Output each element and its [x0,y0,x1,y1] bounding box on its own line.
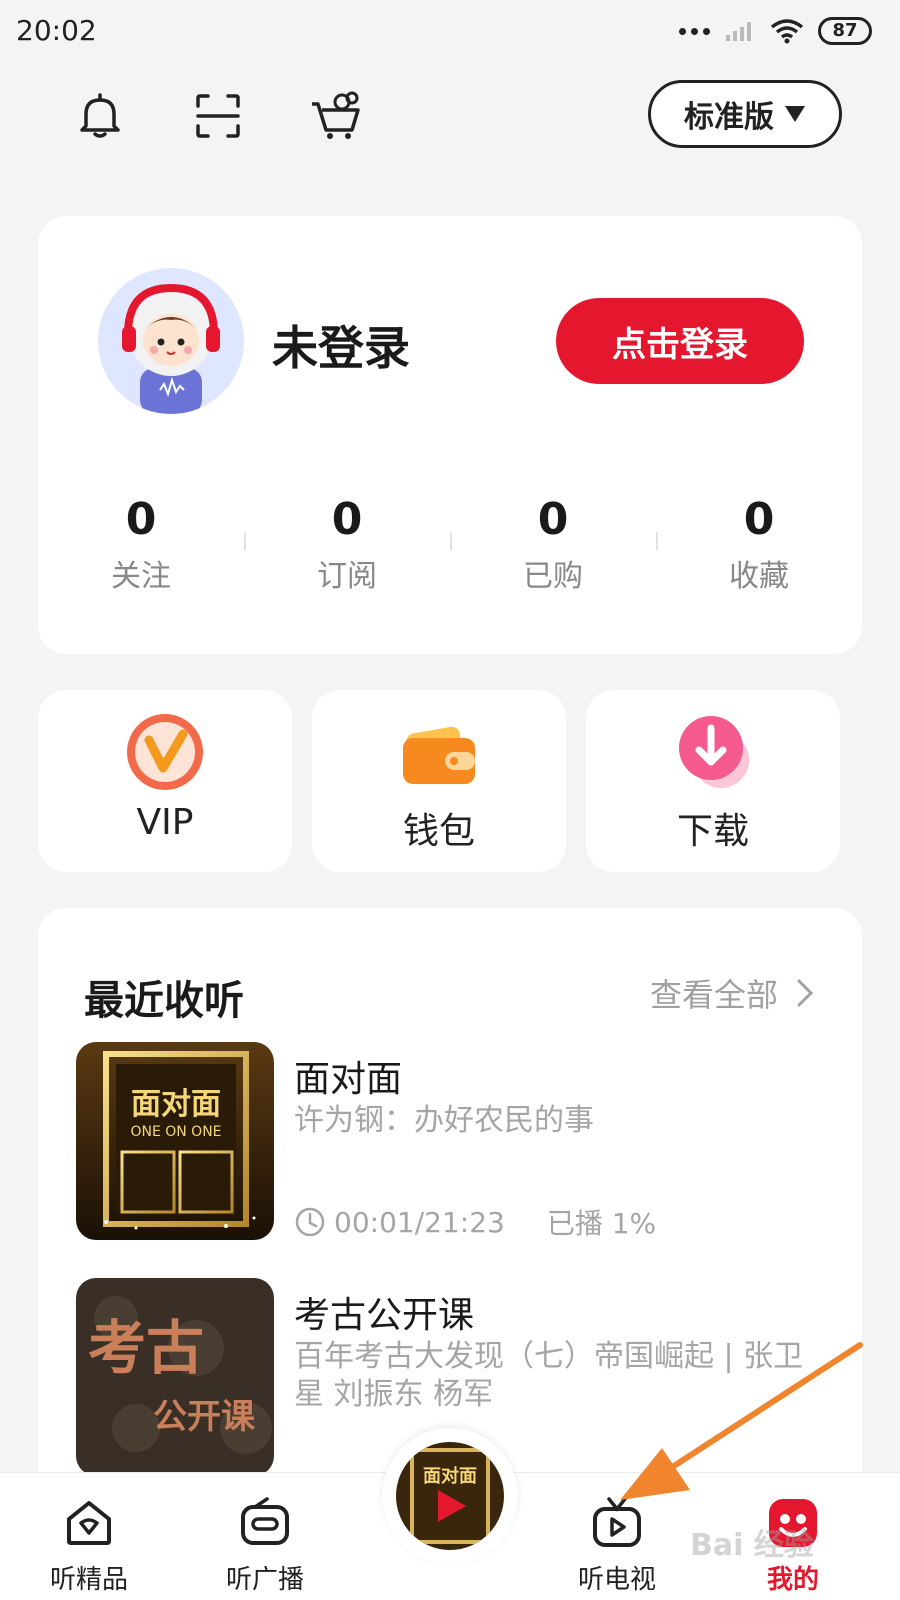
notification-bell-icon[interactable] [72,88,128,144]
status-icons: 87 [679,14,872,48]
quick-download-card[interactable]: 下载 [586,690,840,872]
tab-label: 听广播 [225,1565,304,1595]
more-dots-icon [679,27,710,35]
stat-label: 订阅 [317,559,377,594]
quick-vip-card[interactable]: VIP [38,690,292,872]
stat-favorites[interactable]: 0 收藏 [656,494,862,595]
stat-value: 0 [331,494,363,545]
edition-switch-button[interactable]: 标准版 [648,80,842,148]
recent-item-title: 面对面 [294,1059,403,1100]
mini-player-cover-title: 面对面 [423,1465,477,1487]
recent-item[interactable]: 面对面 ONE ON ONE 面对面 许为钢：办好农民的事 00:01/21:2… [76,1042,836,1242]
view-all-link[interactable]: 查看全部 [650,970,814,1016]
recent-item-subtitle: 许为钢：办好农民的事 [294,1103,594,1138]
recent-item-played: 已播 1% [546,1207,657,1240]
stat-value: 0 [537,494,569,545]
home-icon [67,1501,111,1545]
quick-vip-label: VIP [136,802,194,843]
scan-icon[interactable] [190,88,246,144]
clock-icon [295,1207,325,1237]
watermark: Bai 经验 [690,1528,814,1563]
dropdown-triangle-icon [785,106,805,122]
mini-player-cover: 面对面 [396,1442,504,1550]
stat-following[interactable]: 0 关注 [38,494,244,595]
wallet-icon [403,726,475,784]
recent-title: 最近收听 [84,978,244,1024]
recent-item-cover: 考古 公开课 [76,1278,274,1476]
recent-item-cover-subtitle: ONE ON ONE [130,1124,221,1140]
recent-item-subtitle: 百年考古大发现（七）帝国崛起 | 张卫星 刘振东 杨军 [294,1339,804,1412]
recent-item-meta: 00:01/21:23 已播 1% [294,1202,656,1242]
stats-row: 0 关注 0 订阅 0 已购 0 收藏 [38,494,862,595]
stat-label: 关注 [111,559,171,594]
signal-icon [726,22,751,41]
stat-label: 收藏 [729,559,789,594]
top-toolbar [72,88,364,144]
recent-item-time: 00:01/21:23 [334,1205,505,1239]
quick-download-label: 下载 [676,811,749,852]
battery-indicator: 87 [818,17,872,45]
recent-item-cover: 面对面 ONE ON ONE [76,1042,274,1240]
radio-icon [241,1497,289,1545]
recent-item-cover-title: 考古 [88,1314,204,1382]
stat-label: 已购 [523,559,583,594]
stat-value: 0 [125,494,157,545]
login-button[interactable]: 点击登录 [556,298,804,384]
tab-tv[interactable]: 听电视 [552,1495,682,1596]
tab-premium[interactable]: 听精品 [24,1495,154,1596]
recent-item-title: 考古公开课 [294,1295,475,1336]
shopping-cart-icon[interactable] [308,88,364,144]
recent-item-cover-subtitle: 公开课 [153,1397,256,1437]
tab-label: 听精品 [49,1565,128,1595]
profile-name: 未登录 [272,321,410,375]
stat-value: 0 [743,494,775,545]
mini-player-button[interactable]: 面对面 [382,1428,518,1564]
tv-icon [593,1497,641,1547]
view-all-label: 查看全部 [649,976,778,1014]
vip-icon [127,714,203,790]
quick-wallet-label: 钱包 [402,811,475,852]
stat-purchased[interactable]: 0 已购 [450,494,656,595]
avatar[interactable] [98,268,244,414]
quick-wallet-card[interactable]: 钱包 [312,690,566,872]
recent-item-cover-title: 面对面 [131,1087,221,1122]
tab-radio[interactable]: 听广播 [200,1495,330,1596]
stat-subscriptions[interactable]: 0 订阅 [244,494,450,595]
tab-label: 听电视 [577,1565,656,1595]
profile-card: 未登录 点击登录 0 关注 0 订阅 0 已购 0 收藏 [38,216,862,654]
status-bar: 20:02 87 [0,0,900,62]
chevron-right-icon [797,979,814,1007]
wifi-icon [770,19,804,44]
status-time: 20:02 [16,14,97,47]
tab-label: 我的 [766,1565,819,1595]
download-icon [679,716,749,788]
edition-label: 标准版 [684,100,774,135]
